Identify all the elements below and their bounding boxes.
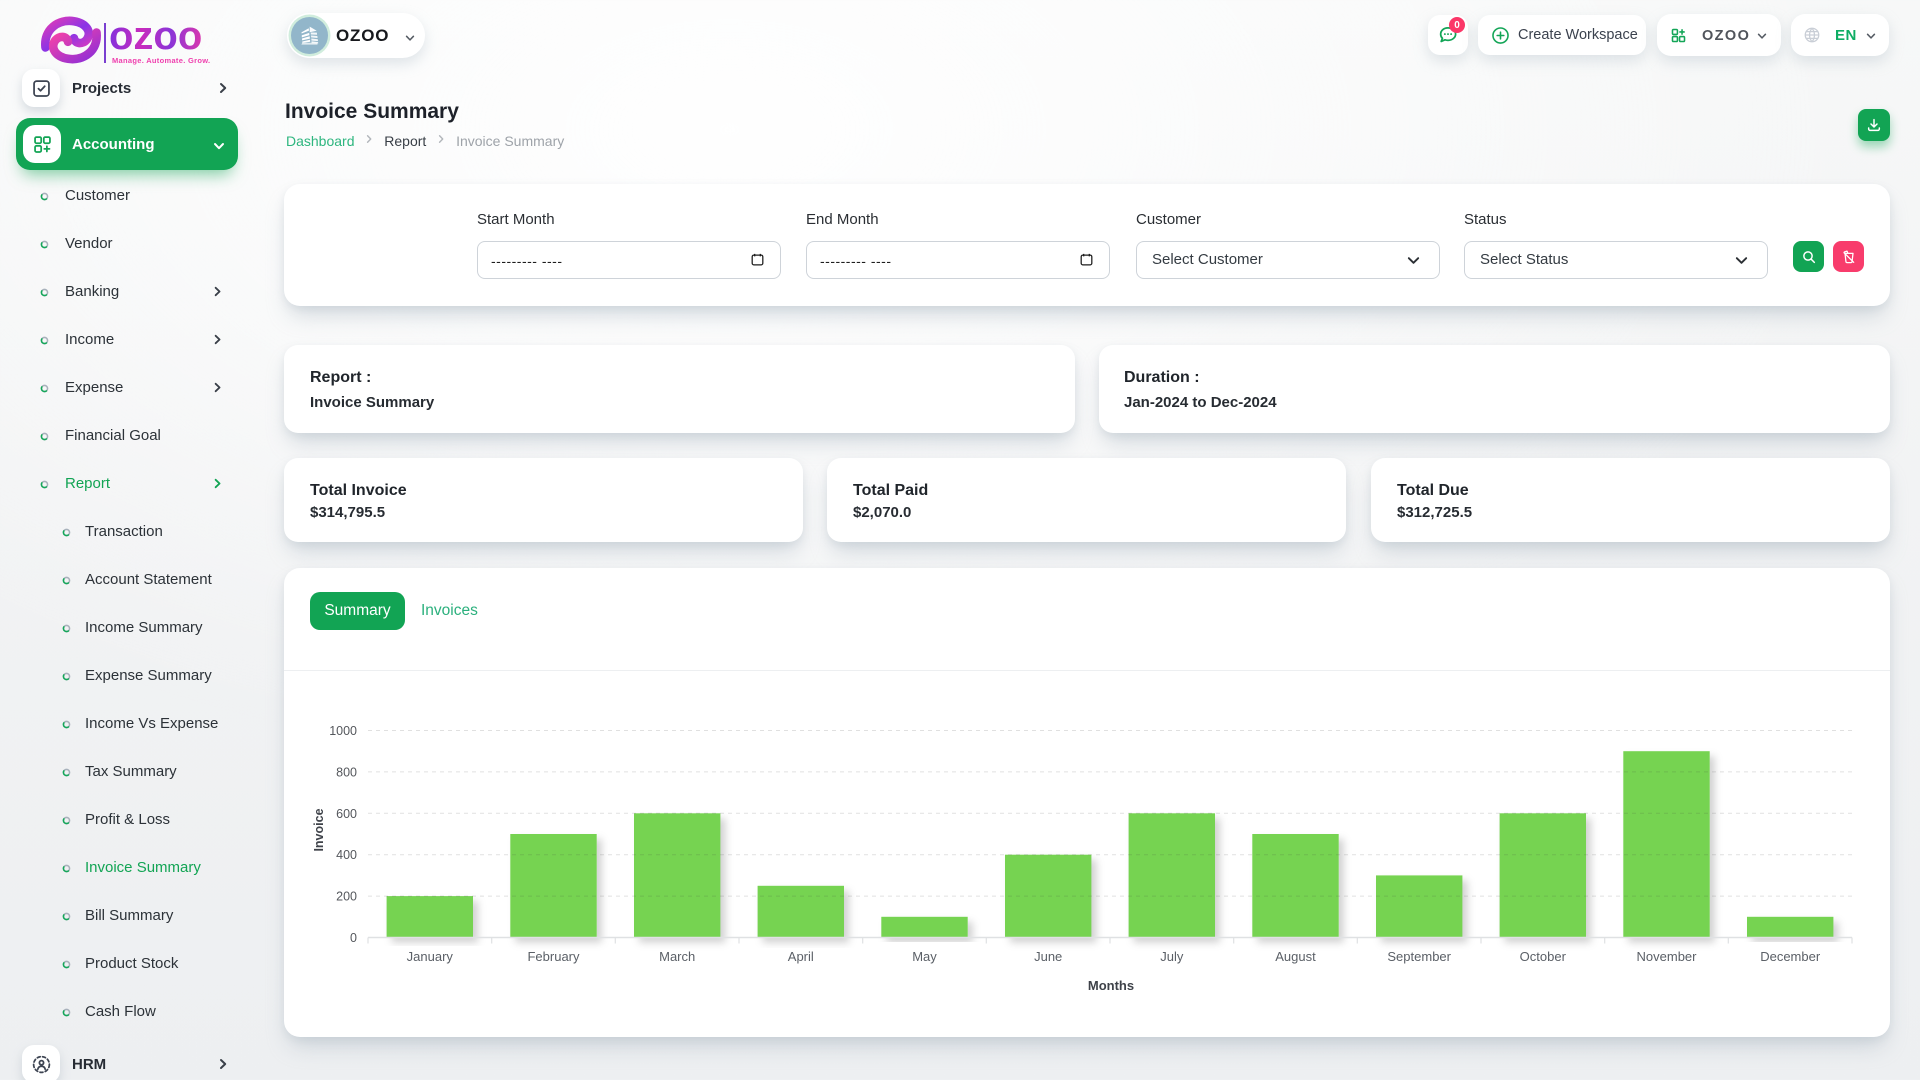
svg-text:October: October	[1520, 949, 1567, 964]
svg-text:April: April	[788, 949, 814, 964]
svg-text:800: 800	[336, 765, 357, 779]
svg-text:June: June	[1034, 949, 1062, 964]
svg-text:September: September	[1387, 949, 1451, 964]
svg-text:November: November	[1637, 949, 1698, 964]
svg-text:July: July	[1160, 949, 1184, 964]
svg-text:December: December	[1760, 949, 1821, 964]
svg-text:600: 600	[336, 807, 357, 821]
svg-text:Invoice: Invoice	[312, 808, 326, 851]
svg-text:August: August	[1275, 949, 1316, 964]
svg-text:Months: Months	[1088, 978, 1134, 993]
svg-text:March: March	[659, 949, 695, 964]
svg-text:January: January	[407, 949, 454, 964]
svg-text:February: February	[527, 949, 580, 964]
svg-text:1000: 1000	[329, 724, 357, 738]
svg-text:200: 200	[336, 890, 357, 904]
svg-text:0: 0	[350, 931, 357, 945]
svg-text:May: May	[912, 949, 937, 964]
svg-text:400: 400	[336, 848, 357, 862]
